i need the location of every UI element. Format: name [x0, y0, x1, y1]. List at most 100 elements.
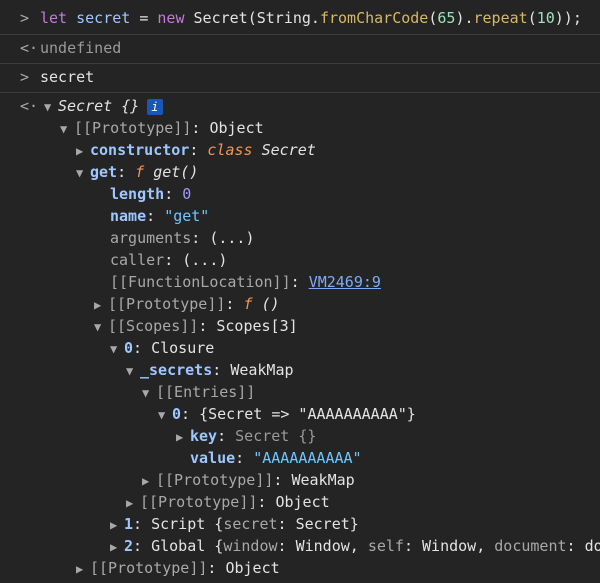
tree-node-key[interactable]: ▶ key: Secret {}: [176, 426, 316, 447]
colon: :: [181, 405, 191, 423]
colon: :: [198, 317, 208, 335]
node-value: "AAAAAAAAAA": [253, 449, 362, 467]
collapsed-triangle-icon[interactable]: ▶: [76, 559, 90, 579]
colon: :: [164, 185, 174, 203]
tree-node-constructor[interactable]: ▶ constructor: class Secret: [76, 140, 316, 161]
expanded-triangle-icon[interactable]: ▼: [126, 361, 140, 381]
tree-node-function-location: [[FunctionLocation]]: VM2469:9: [110, 272, 381, 292]
result-arrow-icon: <·: [20, 97, 39, 115]
tree-node-entries[interactable]: ▼ [[Entries]]: [142, 382, 255, 403]
node-key: 0: [124, 339, 134, 357]
node-key: arguments: [110, 229, 192, 247]
preview-value: : Window,: [403, 537, 495, 555]
node-key: 0: [172, 405, 182, 423]
collapsed-triangle-icon[interactable]: ▶: [142, 471, 156, 491]
expanded-triangle-icon[interactable]: ▼: [60, 119, 74, 139]
node-key: [[Prototype]]: [90, 559, 208, 577]
collapsed-triangle-icon[interactable]: ▶: [110, 537, 124, 557]
node-value[interactable]: (...): [182, 251, 227, 269]
paren: ).: [455, 9, 474, 27]
tree-node-get[interactable]: ▼ get: f get(): [76, 162, 198, 183]
collapsed-triangle-icon[interactable]: ▶: [126, 493, 140, 513]
node-value: {Secret => "AAAAAAAAAA"}: [199, 405, 416, 423]
node-key: _secrets: [140, 361, 213, 379]
node-key: [[Prototype]]: [108, 295, 226, 313]
number-10: 10: [536, 9, 555, 27]
source-link[interactable]: VM2469:9: [309, 273, 381, 291]
preview-value: : Secret}: [277, 515, 359, 533]
colon: :: [189, 141, 199, 159]
colon: :: [212, 361, 222, 379]
tree-node-prototype[interactable]: ▼ [[Prototype]]: Object: [60, 118, 264, 139]
node-value: Global {: [151, 537, 224, 555]
node-key: [[Prototype]]: [140, 493, 258, 511]
tree-node-entry-0[interactable]: ▼ 0: {Secret => "AAAAAAAAAA"}: [158, 404, 416, 425]
node-key: get: [90, 163, 118, 181]
tree-node-scopes[interactable]: ▼ [[Scopes]]: Scopes[3]: [94, 316, 298, 337]
keyword-class: class: [207, 141, 253, 159]
colon: :: [257, 493, 267, 511]
node-value: 0: [182, 185, 192, 203]
expanded-triangle-icon[interactable]: ▼: [142, 383, 156, 403]
tree-node-value: value: "AAAAAAAAAA": [190, 448, 362, 468]
colon: :: [146, 207, 156, 225]
expanded-triangle-icon[interactable]: ▼: [158, 405, 172, 425]
tree-node-closure[interactable]: ▼ 0: Closure: [110, 338, 214, 359]
node-value: Secret: [261, 141, 316, 159]
operator: =: [139, 9, 149, 27]
node-key: 2: [124, 537, 134, 555]
tree-node-arguments[interactable]: arguments: (...): [110, 228, 255, 248]
colon: :: [133, 515, 143, 533]
preview-key: document: [494, 537, 567, 555]
constructor-call: Secret(String.: [193, 9, 320, 27]
node-value: Object: [275, 493, 330, 511]
tree-node-script[interactable]: ▶ 1: Script {secret: Secret}: [110, 514, 359, 535]
output-undefined: undefined: [40, 39, 122, 57]
node-value: Scopes[3]: [216, 317, 298, 335]
node-value: "get": [164, 207, 210, 225]
tree-node-secrets[interactable]: ▼ _secrets: WeakMap: [126, 360, 294, 381]
console-input-entry[interactable]: > let secret = new Secret(String.fromCha…: [0, 0, 600, 36]
collapsed-triangle-icon[interactable]: ▶: [94, 295, 108, 315]
node-key: 1: [124, 515, 134, 533]
root-label: Secret {}: [58, 97, 140, 115]
tree-node-caller[interactable]: caller: (...): [110, 250, 227, 270]
colon: :: [290, 273, 300, 291]
colon: :: [235, 449, 245, 467]
expanded-triangle-icon[interactable]: ▼: [110, 339, 124, 359]
tree-node-name: name: "get": [110, 206, 209, 226]
tree-node-prototype[interactable]: ▶ [[Prototype]]: f (): [94, 294, 280, 315]
collapsed-triangle-icon[interactable]: ▶: [176, 427, 190, 447]
node-key: [[Prototype]]: [156, 471, 274, 489]
node-value[interactable]: (...): [209, 229, 254, 247]
preview-value: : Window,: [277, 537, 368, 555]
info-icon[interactable]: i: [147, 99, 163, 115]
console-input-entry[interactable]: > secret: [0, 64, 600, 92]
node-value: Secret {}: [235, 427, 317, 445]
keyword-new: new: [157, 9, 185, 27]
input-prompt-icon: >: [20, 9, 30, 27]
node-value: Object: [209, 119, 264, 137]
preview-key: window: [223, 537, 278, 555]
node-key: name: [110, 207, 147, 225]
node-key: constructor: [90, 141, 190, 159]
tree-node-global[interactable]: ▶ 2: Global {window: Window, self: Window…: [110, 536, 600, 557]
method-repeat: repeat: [473, 9, 528, 27]
node-value: Script {: [151, 515, 224, 533]
expanded-triangle-icon[interactable]: ▼: [76, 163, 90, 183]
divider: [0, 92, 600, 93]
tree-node-prototype[interactable]: ▶ [[Prototype]]: Object: [126, 492, 330, 513]
node-value: WeakMap: [230, 361, 294, 379]
keyword-let: let: [40, 9, 68, 27]
tree-node-prototype[interactable]: ▶ [[Prototype]]: WeakMap: [142, 470, 355, 491]
collapsed-triangle-icon[interactable]: ▶: [76, 141, 90, 161]
input-prompt-icon: >: [20, 68, 30, 86]
collapsed-triangle-icon[interactable]: ▶: [110, 515, 124, 535]
expanded-triangle-icon[interactable]: ▼: [44, 97, 58, 117]
number-65: 65: [437, 9, 456, 27]
expanded-triangle-icon[interactable]: ▼: [94, 317, 108, 337]
colon: :: [191, 119, 201, 137]
tree-node-root[interactable]: ▼ Secret {} i: [44, 96, 163, 117]
tree-node-prototype[interactable]: ▶ [[Prototype]]: Object: [76, 558, 280, 579]
colon: :: [133, 537, 143, 555]
